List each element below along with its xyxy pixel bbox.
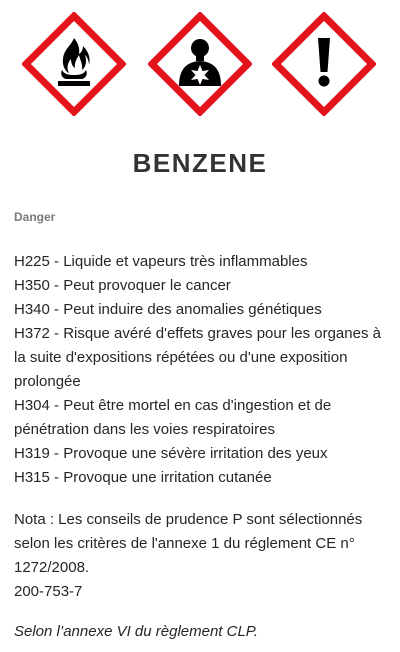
substance-title: BENZENE (132, 148, 268, 178)
hazard-statement-h315: H315 - Provoque une irritation cutanée (14, 469, 272, 486)
signal-word: Danger (14, 210, 56, 224)
hazard-statement-h304: H304 - Peut être mortel en cas d'ingesti… (14, 397, 332, 438)
flame-pictogram (22, 12, 126, 116)
ec-number: 200-753-7 (14, 583, 83, 600)
precautionary-note: Nota : Les conseils de prudence P sont s… (14, 511, 363, 576)
health-hazard-icon (148, 12, 252, 116)
hazard-statement-h225: H225 - Liquide et vapeurs très inflammab… (14, 253, 308, 270)
flame-icon (22, 12, 126, 116)
hazard-statement-h319: H319 - Provoque une sévère irritation de… (14, 445, 328, 462)
hazard-statement-h350: H350 - Peut provoquer le cancer (14, 277, 231, 294)
exclamation-pictogram (272, 12, 376, 116)
exclamation-icon (272, 12, 376, 116)
hazard-statement-list: H225 - Liquide et vapeurs très inflammab… (14, 250, 390, 490)
hazard-statement-h372: H372 - Risque avéré d'effets graves pour… (14, 325, 381, 390)
hazard-pictograms (0, 12, 400, 116)
regulation-source: Selon l’annexe VI du règlement CLP. (14, 623, 259, 640)
hazard-statement-h340: H340 - Peut induire des anomalies généti… (14, 301, 322, 318)
health-hazard-pictogram (148, 12, 252, 116)
